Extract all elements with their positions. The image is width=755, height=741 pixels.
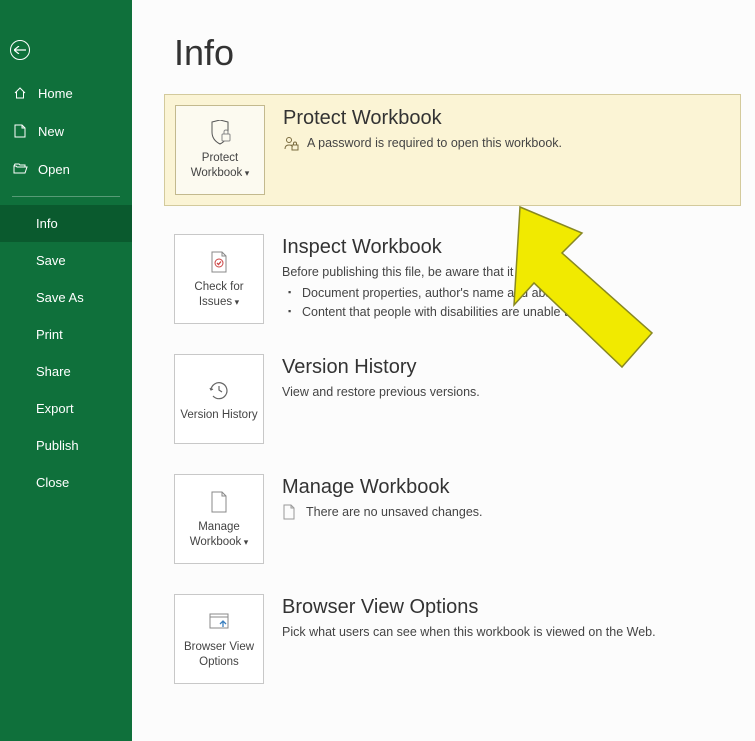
inspect-lead: Before publishing this file, be aware th… xyxy=(282,263,755,282)
back-arrow-icon xyxy=(10,40,30,60)
nav-home[interactable]: Home xyxy=(0,74,132,112)
history-clock-icon xyxy=(207,376,231,404)
tile-check-issues[interactable]: Check for Issues ▾ xyxy=(174,234,264,324)
manage-desc: There are no unsaved changes. xyxy=(306,503,483,522)
nav-open[interactable]: Open xyxy=(0,150,132,188)
version-desc: View and restore previous versions. xyxy=(282,383,755,402)
browser-desc: Pick what users can see when this workbo… xyxy=(282,623,755,642)
main-content: Info Protect Workbook ▾ Protect Workbook xyxy=(132,0,755,741)
tile-check-label: Check for Issues ▾ xyxy=(175,280,263,310)
sidebar-divider xyxy=(12,196,120,197)
browser-title: Browser View Options xyxy=(282,596,755,619)
document-small-icon xyxy=(282,504,298,520)
version-title: Version History xyxy=(282,356,755,379)
section-browser: Browser View Options Browser View Option… xyxy=(174,594,755,684)
inspect-bullets: Document properties, author's name and a… xyxy=(282,284,755,322)
tile-protect-label: Protect Workbook ▾ xyxy=(176,151,264,181)
protect-desc: A password is required to open this work… xyxy=(307,134,562,153)
sidebar-item-export[interactable]: Export xyxy=(0,390,132,427)
nav-open-label: Open xyxy=(38,162,70,177)
document-icon xyxy=(209,488,229,516)
browser-upload-icon xyxy=(208,608,230,636)
sidebar-item-publish[interactable]: Publish xyxy=(0,427,132,464)
tile-version-history[interactable]: Version History xyxy=(174,354,264,444)
tile-version-label: Version History xyxy=(176,408,261,423)
new-icon xyxy=(12,123,28,139)
tile-browser-label: Browser View Options xyxy=(175,640,263,670)
sections: Protect Workbook ▾ Protect Workbook A pa… xyxy=(132,94,755,684)
sidebar-item-print[interactable]: Print xyxy=(0,316,132,353)
section-protect: Protect Workbook ▾ Protect Workbook A pa… xyxy=(164,94,741,206)
manage-title: Manage Workbook xyxy=(282,476,755,499)
section-manage: Manage Workbook ▾ Manage Workbook There … xyxy=(174,474,755,564)
sidebar-item-save-as[interactable]: Save As xyxy=(0,279,132,316)
back-button[interactable] xyxy=(0,0,132,74)
sidebar-item-share[interactable]: Share xyxy=(0,353,132,390)
sidebar: Home New Open Info Save Save As Print Sh… xyxy=(0,0,132,741)
protect-title: Protect Workbook xyxy=(283,107,730,130)
nav-new[interactable]: New xyxy=(0,112,132,150)
sidebar-item-info[interactable]: Info xyxy=(0,205,132,242)
inspect-bullet: Content that people with disabilities ar… xyxy=(302,303,755,322)
tile-browser-view[interactable]: Browser View Options xyxy=(174,594,264,684)
section-inspect: Check for Issues ▾ Inspect Workbook Befo… xyxy=(174,234,755,324)
shield-lock-icon xyxy=(208,119,232,147)
person-lock-icon xyxy=(283,135,299,151)
section-version: Version History Version History View and… xyxy=(174,354,755,444)
sidebar-item-close[interactable]: Close xyxy=(0,464,132,501)
nav-home-label: Home xyxy=(38,86,73,101)
open-folder-icon xyxy=(12,161,28,177)
home-icon xyxy=(12,85,28,101)
tile-manage-label: Manage Workbook ▾ xyxy=(175,520,263,550)
tile-manage-workbook[interactable]: Manage Workbook ▾ xyxy=(174,474,264,564)
document-check-icon xyxy=(208,248,230,276)
sidebar-item-save[interactable]: Save xyxy=(0,242,132,279)
page-title: Info xyxy=(132,0,755,94)
inspect-title: Inspect Workbook xyxy=(282,236,755,259)
tile-protect-workbook[interactable]: Protect Workbook ▾ xyxy=(175,105,265,195)
nav-new-label: New xyxy=(38,124,64,139)
inspect-bullet: Document properties, author's name and a… xyxy=(302,284,755,303)
